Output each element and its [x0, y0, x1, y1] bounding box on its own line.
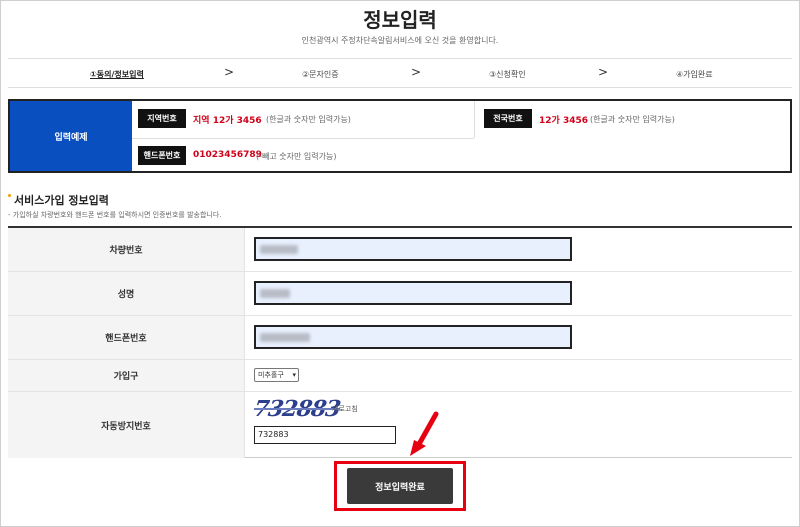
national-number-example: 12가 3456	[539, 116, 588, 126]
regional-number-note: (한글과 숫자만 입력가능)	[266, 115, 351, 124]
divider	[474, 101, 475, 138]
step-indicator: ①동의/정보입력 > ②문자인증 > ③신청확인 > ④가입완료	[8, 58, 792, 88]
captcha-input[interactable]: 732883	[254, 426, 396, 444]
national-number-tag: 전국번호	[484, 109, 532, 128]
chevron-right-icon: >	[598, 65, 609, 79]
submit-button[interactable]: 정보입력완료	[347, 468, 453, 504]
page-title: 정보입력	[363, 8, 437, 32]
step-3: ③신청확인	[489, 70, 526, 79]
step-1: ①동의/정보입력	[90, 70, 144, 79]
form-row-vehicle: 차량번호	[8, 228, 792, 272]
example-label: 입력예제	[10, 101, 132, 171]
chevron-right-icon: >	[411, 65, 422, 79]
chevron-right-icon: >	[224, 65, 235, 79]
form-row-phone: 핸드폰번호	[8, 316, 792, 360]
signup-form: 차량번호 성명 핸드폰번호 가입구 미추홀구 ▾ 자동방지번호 732883 새…	[8, 226, 792, 458]
name-label: 성명	[8, 272, 245, 315]
section-description: - 가입하실 차량번호와 핸드폰 번호를 입력하시면 인증번호를 발송합니다.	[8, 211, 222, 219]
captcha-refresh-link[interactable]: 새로고침	[332, 404, 358, 414]
district-selected-value: 미추홀구	[258, 371, 284, 379]
phone-input[interactable]	[254, 325, 572, 349]
phone-number-note: (-빼고 숫자만 입력가능)	[256, 152, 337, 161]
input-example-box: 입력예제 지역번호 지역 12가 3456 (한글과 숫자만 입력가능) 전국번…	[8, 99, 792, 173]
page-subtitle: 인천광역시 주정차단속알림서비스에 오신 것을 환영합니다.	[301, 36, 499, 45]
section-title: 서비스가입 정보입력	[14, 194, 109, 207]
regional-number-tag: 지역번호	[138, 109, 186, 128]
vehicle-number-input[interactable]	[254, 237, 572, 261]
masked-value	[260, 289, 290, 298]
captcha-label: 자동방지번호	[8, 392, 245, 458]
step-2: ②문자인증	[302, 70, 339, 79]
masked-value	[260, 333, 310, 342]
captcha-image: 732883	[252, 396, 342, 422]
national-number-note: (한글과 숫자만 입력가능)	[590, 115, 675, 124]
district-select[interactable]: 미추홀구 ▾	[254, 368, 299, 382]
masked-value	[260, 245, 298, 254]
phone-label: 핸드폰번호	[8, 316, 245, 359]
phone-number-example: 01023456789	[193, 150, 262, 160]
name-input[interactable]	[254, 281, 572, 305]
regional-number-example: 지역 12가 3456	[193, 116, 262, 126]
vehicle-number-label: 차량번호	[8, 228, 245, 271]
form-row-district: 가입구 미추홀구 ▾	[8, 360, 792, 392]
form-row-captcha: 자동방지번호 732883 새로고침 732883	[8, 392, 792, 458]
chevron-down-icon: ▾	[292, 371, 296, 379]
section-bullet-icon	[8, 194, 11, 197]
district-label: 가입구	[8, 360, 245, 391]
phone-number-tag: 핸드폰번호	[138, 146, 186, 165]
divider	[132, 138, 474, 139]
red-arrow-icon	[410, 411, 439, 456]
form-row-name: 성명	[8, 272, 792, 316]
step-4: ④가입완료	[676, 70, 713, 79]
